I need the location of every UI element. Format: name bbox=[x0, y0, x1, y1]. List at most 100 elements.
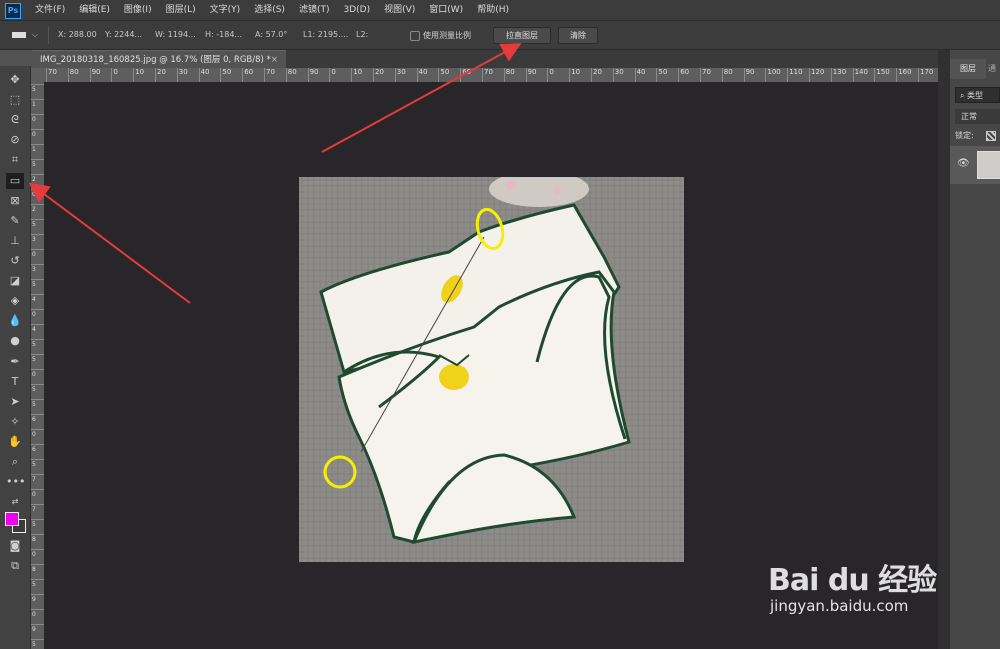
ruler-label: 30 bbox=[396, 68, 406, 76]
ruler-label: 60 bbox=[244, 68, 254, 76]
ruler-label: 50 bbox=[440, 68, 450, 76]
layer-filter-search[interactable]: ⌕ 类型 bbox=[955, 87, 1000, 103]
screen-mode-icon[interactable]: ⧉ bbox=[6, 558, 24, 574]
watermark-url: jingyan.baidu.com bbox=[770, 597, 909, 615]
frame-icon[interactable]: ⊠ bbox=[6, 193, 24, 209]
ruler-tick bbox=[809, 68, 810, 82]
menu-window[interactable]: 窗口(W) bbox=[422, 0, 470, 20]
more-icon[interactable]: ••• bbox=[6, 474, 25, 490]
eye-icon[interactable]: 👁 bbox=[957, 158, 970, 169]
history-brush-icon[interactable]: ↺ bbox=[6, 253, 24, 269]
horizontal-ruler: 70 80 90 0 10 20 30 40 50 60 70 80 90 0 10 20 30 40 50 60 70… bbox=[44, 68, 938, 83]
eraser-icon[interactable]: ◪ bbox=[6, 273, 24, 289]
ruler-tick bbox=[67, 68, 69, 82]
ruler-tick bbox=[31, 444, 44, 445]
ruler-tick bbox=[31, 549, 44, 550]
x-readout: X: 288.00 bbox=[58, 30, 97, 39]
quick-mask-icon[interactable]: ◙ bbox=[6, 538, 24, 554]
ruler-tick bbox=[264, 68, 265, 82]
ruler-label: 5 bbox=[32, 86, 36, 93]
menu-layer[interactable]: 图层(L) bbox=[159, 0, 203, 20]
menu-edit[interactable]: 编辑(E) bbox=[72, 0, 117, 20]
tab-layers[interactable]: 图层 bbox=[950, 59, 986, 79]
lock-transparency-icon[interactable] bbox=[986, 131, 996, 141]
ruler-label: 0 bbox=[32, 431, 36, 438]
brush-icon[interactable]: ✎ bbox=[6, 213, 24, 229]
ruler-label: 50 bbox=[222, 68, 232, 76]
ruler-label: 80 bbox=[287, 68, 297, 76]
ruler-tick bbox=[31, 624, 44, 625]
ruler-icon bbox=[12, 32, 26, 38]
ruler-label: 5 bbox=[32, 401, 36, 408]
ruler-tick bbox=[31, 384, 44, 385]
crop-icon[interactable]: ⌗ bbox=[6, 152, 24, 168]
ruler-icon[interactable]: ▭ bbox=[6, 173, 24, 189]
blur-icon[interactable]: 💧 bbox=[6, 313, 24, 329]
menu-view[interactable]: 视图(V) bbox=[377, 0, 422, 20]
use-measurement-scale-checkbox[interactable] bbox=[410, 31, 420, 41]
foreground-color-swatch[interactable] bbox=[5, 512, 19, 526]
photo-layer[interactable] bbox=[299, 177, 684, 562]
ruler-label: 60 bbox=[680, 68, 690, 76]
hand-icon[interactable]: ✋ bbox=[6, 434, 24, 450]
ruler-tick bbox=[394, 68, 396, 82]
close-icon[interactable]: × bbox=[271, 51, 278, 69]
vertical-ruler: 5 1 0 0 1 5 2 0 2 5 3 0 3 5 4 0 4 5 5 0 5 5 6 0 6 5 7 0 7 5 8 0 8 5 9 0 9 5 bbox=[31, 82, 45, 649]
ruler-tick bbox=[373, 68, 374, 82]
ruler-tick bbox=[787, 68, 789, 82]
straighten-layer-button[interactable]: 拉直图层 bbox=[493, 27, 551, 44]
separator bbox=[48, 27, 49, 44]
width-readout: W: 1194... bbox=[155, 30, 196, 39]
ruler-tick bbox=[31, 249, 44, 250]
baidu-watermark: Bai du 经验 jingyan.baidu.com bbox=[768, 545, 948, 625]
pen-icon[interactable]: ✒ bbox=[6, 354, 24, 370]
product-photo bbox=[299, 177, 684, 562]
swap-colors-icon[interactable]: ⇄ bbox=[6, 494, 24, 510]
menu-select[interactable]: 选择(S) bbox=[247, 0, 292, 20]
menu-image[interactable]: 图像(I) bbox=[117, 0, 159, 20]
zoom-icon[interactable]: ⌕ bbox=[6, 454, 24, 470]
ruler-tool-preset[interactable]: ⌵ bbox=[12, 29, 40, 43]
ruler-tick bbox=[133, 68, 135, 82]
document-tab[interactable]: IMG_20180318_160825.jpg @ 16.7% (图层 0, R… bbox=[32, 50, 286, 68]
ruler-label: 130 bbox=[832, 68, 847, 76]
ruler-label: 0 bbox=[32, 371, 36, 378]
length2-readout: L2: bbox=[356, 30, 369, 39]
layer-row[interactable]: 👁 bbox=[950, 146, 1000, 184]
ruler-tick bbox=[31, 234, 44, 235]
document-title: IMG_20180318_160825.jpg @ 16.7% (图层 0, R… bbox=[40, 55, 271, 65]
move-icon[interactable]: ✥ bbox=[6, 72, 24, 88]
dodge-icon[interactable]: ● bbox=[6, 333, 24, 349]
ruler-tick bbox=[503, 68, 505, 82]
blend-mode-select[interactable]: 正常 bbox=[955, 109, 1000, 124]
ruler-label: 160 bbox=[898, 68, 912, 76]
menu-filter[interactable]: 滤镜(T) bbox=[292, 0, 337, 20]
quick-select-icon[interactable]: ⊘ bbox=[6, 132, 24, 148]
ruler-label: 70 bbox=[266, 68, 275, 76]
ruler-tick bbox=[700, 68, 701, 82]
tab-channels[interactable]: 通 bbox=[988, 59, 1000, 79]
ruler-tick bbox=[743, 68, 745, 82]
lasso-icon[interactable]: ᘓ bbox=[6, 112, 24, 128]
ruler-corner bbox=[31, 68, 44, 82]
ruler-tick bbox=[31, 174, 44, 175]
shape-icon[interactable]: ✧ bbox=[6, 414, 24, 430]
type-icon[interactable]: T bbox=[6, 374, 24, 390]
menu-type[interactable]: 文字(Y) bbox=[203, 0, 248, 20]
bucket-icon[interactable]: ◈ bbox=[6, 293, 24, 309]
ruler-label: 10 bbox=[353, 68, 363, 76]
marquee-icon[interactable]: ⬚ bbox=[6, 92, 24, 108]
ruler-label: 70 bbox=[48, 68, 57, 76]
menu-items: 文件(F) 编辑(E) 图像(I) 图层(L) 文字(Y) 选择(S) 滤镜(T… bbox=[28, 0, 516, 20]
clear-button[interactable]: 清除 bbox=[558, 27, 598, 44]
stamp-icon[interactable]: ⊥ bbox=[6, 233, 24, 249]
ruler-tick bbox=[31, 594, 44, 595]
menu-file[interactable]: 文件(F) bbox=[28, 0, 72, 20]
ruler-label: 80 bbox=[69, 68, 79, 76]
menu-3d[interactable]: 3D(D) bbox=[336, 0, 377, 20]
ruler-label: 0 bbox=[32, 251, 36, 258]
path-select-icon[interactable]: ➤ bbox=[6, 394, 24, 410]
menu-help[interactable]: 帮助(H) bbox=[470, 0, 516, 20]
ruler-label: 40 bbox=[418, 68, 428, 76]
ruler-tick bbox=[31, 504, 44, 505]
